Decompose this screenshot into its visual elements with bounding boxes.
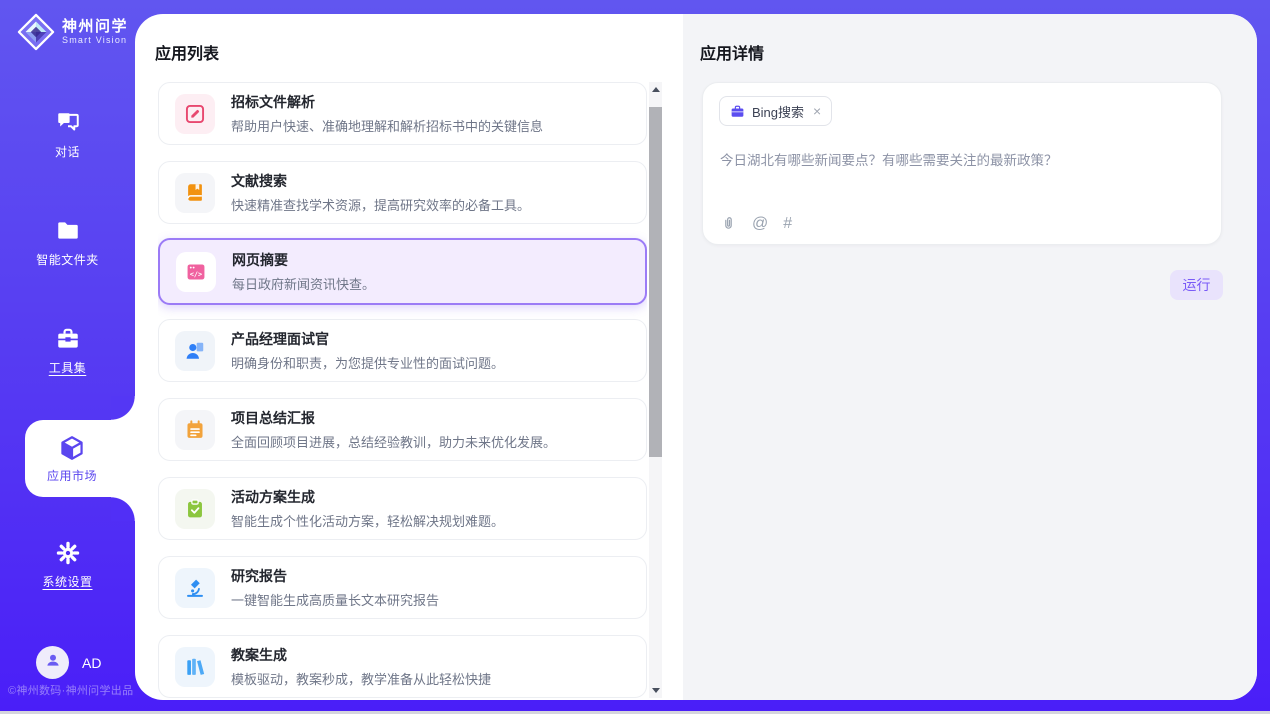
folder-icon	[55, 218, 81, 244]
app-card[interactable]: 文献搜索 快速精准查找学术资源，提高研究效率的必备工具。	[158, 161, 647, 224]
main-panel: 应用列表 应用详情 招标文件解析 帮助用户快速、准确地理解和解析招标书中的关键信…	[135, 14, 1257, 700]
cube-icon	[58, 434, 86, 462]
sidebar-item-toolset[interactable]: 工具集	[0, 326, 135, 376]
app-list: 招标文件解析 帮助用户快速、准确地理解和解析招标书中的关键信息 文献搜索 快速精…	[158, 82, 647, 700]
app-card[interactable]: 教案生成 模板驱动，教案秒成，教学准备从此轻松快捷	[158, 635, 647, 698]
close-icon[interactable]: ×	[813, 104, 821, 118]
prompt-card: Bing搜索 × 今日湖北有哪些新闻要点？有哪些需要关注的最新政策？ @#	[702, 82, 1222, 245]
brand-name: 神州问学	[62, 18, 128, 35]
hash-icon[interactable]: #	[783, 215, 792, 232]
brand-tagline: Smart Vision	[62, 35, 128, 46]
sidebar-item-folders[interactable]: 智能文件夹	[0, 218, 135, 268]
person-icon	[44, 651, 62, 674]
app-detail-title: 应用详情	[700, 40, 764, 64]
sidebar-item-label: 对话	[55, 143, 80, 160]
app-card-description: 快速精准查找学术资源，提高研究效率的必备工具。	[231, 195, 530, 214]
triangle-up-icon	[652, 87, 660, 92]
tool-tag-label: Bing搜索	[752, 102, 804, 121]
microscope-icon	[175, 568, 215, 608]
app-list-scrollbar[interactable]	[649, 82, 662, 698]
book-icon	[175, 173, 215, 213]
app-card-title: 教案生成	[231, 645, 491, 665]
sidebar-item-label: 智能文件夹	[36, 251, 99, 268]
app-card-title: 招标文件解析	[231, 92, 543, 112]
sidebar-item-label: 工具集	[49, 359, 87, 376]
user-account[interactable]: AD	[36, 646, 101, 679]
browser-code-icon: </>	[176, 252, 216, 292]
app-card-description: 每日政府新闻资讯快查。	[232, 274, 375, 293]
app-card[interactable]: 研究报告 一键智能生成高质量长文本研究报告	[158, 556, 647, 619]
sidebar-item-chat[interactable]: 对话	[0, 110, 135, 160]
toolbox-icon	[55, 326, 81, 352]
sidebar: 神州问学 Smart Vision 对话 智能文件夹 工具集 应用市场 系统设置…	[0, 0, 135, 714]
app-card-title: 文献搜索	[231, 171, 530, 191]
gear-icon	[55, 540, 81, 566]
document-edit-icon	[175, 94, 215, 134]
tool-tag-bing-search[interactable]: Bing搜索 ×	[719, 96, 832, 126]
scrollbar-thumb[interactable]	[649, 107, 662, 457]
svg-text:</>: </>	[190, 270, 202, 278]
sidebar-item-settings[interactable]: 系统设置	[0, 540, 135, 590]
app-card-description: 智能生成个性化活动方案，轻松解决规划难题。	[231, 511, 504, 530]
app-card-description: 帮助用户快速、准确地理解和解析招标书中的关键信息	[231, 116, 543, 135]
sidebar-item-label: 应用市场	[47, 467, 97, 484]
sidebar-item-market[interactable]: 应用市场	[25, 420, 135, 497]
chat-icon	[55, 110, 81, 136]
app-card-title: 产品经理面试官	[231, 329, 504, 349]
triangle-down-icon	[652, 688, 660, 693]
app-list-title: 应用列表	[155, 40, 219, 64]
interviewer-icon	[175, 331, 215, 371]
app-card[interactable]: </> 网页摘要 每日政府新闻资讯快查。	[158, 238, 647, 305]
avatar[interactable]	[36, 646, 69, 679]
prompt-input[interactable]: 今日湖北有哪些新闻要点？有哪些需要关注的最新政策？	[720, 151, 1205, 170]
app-card[interactable]: 项目总结汇报 全面回顾项目进展，总结经验教训，助力未来优化发展。	[158, 398, 647, 461]
app-card-description: 明确身份和职责，为您提供专业性的面试问题。	[231, 353, 504, 372]
app-card-title: 网页摘要	[232, 250, 375, 270]
scrollbar-track[interactable]	[649, 97, 662, 683]
paperclip-icon[interactable]	[720, 215, 737, 232]
run-button[interactable]: 运行	[1170, 270, 1223, 300]
prompt-toolbar: @#	[720, 215, 792, 232]
scroll-up-button[interactable]	[649, 82, 662, 97]
scroll-down-button[interactable]	[649, 683, 662, 698]
app-logo: 神州问学 Smart Vision	[17, 13, 128, 51]
logo-diamond-icon	[17, 13, 55, 51]
app-card-title: 研究报告	[231, 566, 439, 586]
app-card-title: 项目总结汇报	[231, 408, 556, 428]
app-card[interactable]: 活动方案生成 智能生成个性化活动方案，轻松解决规划难题。	[158, 477, 647, 540]
app-card-title: 活动方案生成	[231, 487, 504, 507]
copyright-text: ©神州数码·神州问学出品	[8, 682, 135, 698]
user-initials: AD	[82, 655, 101, 671]
sidebar-item-label: 系统设置	[42, 573, 92, 590]
books-icon	[175, 647, 215, 687]
app-card-description: 全面回顾项目进展，总结经验教训，助力未来优化发展。	[231, 432, 556, 451]
app-card-description: 模板驱动，教案秒成，教学准备从此轻松快捷	[231, 669, 491, 688]
at-icon[interactable]: @	[752, 215, 768, 232]
app-card[interactable]: 产品经理面试官 明确身份和职责，为您提供专业性的面试问题。	[158, 319, 647, 382]
briefcase-icon	[730, 104, 745, 119]
report-note-icon	[175, 410, 215, 450]
app-card[interactable]: 招标文件解析 帮助用户快速、准确地理解和解析招标书中的关键信息	[158, 82, 647, 145]
app-card-description: 一键智能生成高质量长文本研究报告	[231, 590, 439, 609]
clipboard-check-icon	[175, 489, 215, 529]
